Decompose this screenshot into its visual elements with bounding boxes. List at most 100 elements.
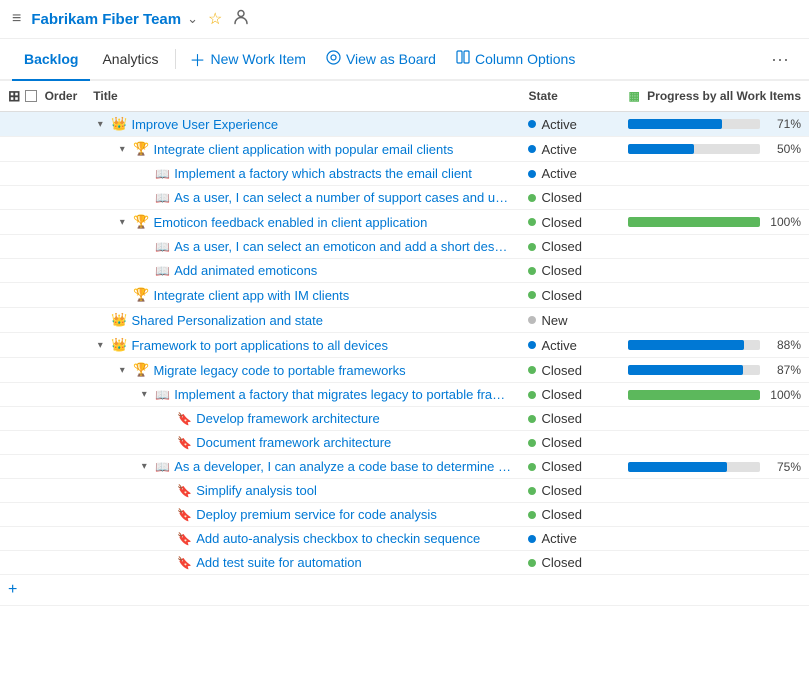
col-header-state: State (520, 81, 620, 112)
progress-label: 71% (766, 117, 801, 131)
chevron-expanded-icon[interactable]: ▾ (93, 340, 107, 351)
state-dot (528, 316, 536, 324)
table-row: ▾🏆Migrate legacy code to portable framew… (0, 358, 809, 383)
top-bar-icons: ⌄ ☆ (187, 8, 250, 30)
chevron-expanded-icon[interactable]: ▾ (115, 144, 129, 155)
title-cell: 🔖Deploy premium service for code analysi… (85, 503, 520, 527)
state-cell: Closed (520, 358, 620, 383)
progress-bar-wrap: 71% (628, 117, 801, 131)
item-title[interactable]: Deploy premium service for code analysis (196, 507, 437, 522)
state-dot (528, 487, 536, 495)
order-cell (0, 358, 85, 383)
order-cell (0, 333, 85, 358)
chevron-expanded-icon[interactable]: ▾ (115, 217, 129, 228)
progress-bar-fill (628, 144, 694, 154)
progress-bar-container (628, 217, 760, 227)
progress-header-icon: ▦ (628, 89, 639, 103)
more-options-button[interactable]: ··· (763, 49, 797, 70)
team-name[interactable]: Fabrikam Fiber Team (31, 11, 181, 28)
star-icon[interactable]: ☆ (208, 9, 222, 29)
item-title[interactable]: Simplify analysis tool (196, 483, 317, 498)
item-title[interactable]: Emoticon feedback enabled in client appl… (153, 215, 427, 230)
columns-icon (456, 50, 470, 68)
chevron-expanded-icon[interactable]: ▾ (137, 389, 151, 400)
column-options-button[interactable]: Column Options (446, 38, 585, 80)
progress-cell (620, 479, 809, 503)
title-cell: 🏆 Integrate client app with IM clients (85, 283, 520, 308)
state-cell: Closed (520, 407, 620, 431)
add-item-row[interactable]: + (0, 575, 809, 606)
item-title[interactable]: Migrate legacy code to portable framewor… (153, 363, 405, 378)
chevron-expanded-icon[interactable]: ▾ (115, 365, 129, 376)
chevron-down-icon[interactable]: ⌄ (187, 11, 198, 27)
chevron-expanded-icon[interactable]: ▾ (93, 119, 107, 130)
title-cell: ▾🏆Migrate legacy code to portable framew… (85, 358, 520, 383)
nav-separator (175, 49, 176, 69)
table-row: ▾🏆Integrate client application with popu… (0, 137, 809, 162)
title-cell: ▾👑Framework to port applications to all … (85, 333, 520, 358)
progress-cell (620, 308, 809, 333)
order-cell (0, 455, 85, 479)
backlog-table: ⊞ Order Title State ▦ Progress by all Wo… (0, 81, 809, 606)
state-cell: Closed (520, 259, 620, 283)
view-as-board-button[interactable]: View as Board (316, 38, 446, 80)
item-title[interactable]: Add animated emoticons (174, 263, 317, 278)
progress-label: 75% (766, 460, 801, 474)
task-icon: 🔖 (177, 436, 192, 450)
state-cell: Closed (520, 431, 620, 455)
new-work-item-button[interactable]: ＋ New Work Item (180, 38, 316, 80)
progress-bar-wrap: 100% (628, 388, 801, 402)
order-cell (0, 479, 85, 503)
item-title[interactable]: Integrate client application with popula… (153, 142, 453, 157)
item-title[interactable]: Improve User Experience (131, 117, 278, 132)
progress-bar-fill (628, 390, 760, 400)
col-header-title: Title (85, 81, 520, 112)
story-icon: 📖 (155, 191, 170, 205)
item-title[interactable]: As a user, I can select an emoticon and … (174, 239, 512, 254)
state-cell: Active (520, 527, 620, 551)
state-cell: Active (520, 162, 620, 186)
state-dot (528, 391, 536, 399)
item-title[interactable]: Integrate client app with IM clients (153, 288, 349, 303)
feature-icon: 🏆 (133, 287, 149, 303)
title-cell: 👑Shared Personalization and state (85, 308, 520, 333)
person-icon[interactable] (232, 8, 250, 30)
state-label: Active (541, 117, 576, 132)
epic-icon: 👑 (111, 116, 127, 132)
progress-bar-container (628, 365, 760, 375)
feature-icon: 🏆 (133, 214, 149, 230)
item-title[interactable]: Implement a factory that migrates legacy… (174, 387, 512, 402)
progress-bar-container (628, 340, 760, 350)
item-title[interactable]: Add auto-analysis checkbox to checkin se… (196, 531, 480, 546)
story-icon: 📖 (155, 460, 170, 474)
story-icon: 📖 (155, 167, 170, 181)
nav-analytics[interactable]: Analytics (90, 38, 170, 80)
progress-label: 88% (766, 338, 801, 352)
item-title[interactable]: Shared Personalization and state (131, 313, 323, 328)
state-label: Closed (541, 459, 581, 474)
table-row: 🔖Deploy premium service for code analysi… (0, 503, 809, 527)
task-icon: 🔖 (177, 484, 192, 498)
state-cell: Closed (520, 383, 620, 407)
item-title[interactable]: Framework to port applications to all de… (131, 338, 388, 353)
hamburger-icon[interactable]: ≡ (12, 10, 21, 28)
add-col-icon[interactable]: ⊞ (8, 87, 21, 105)
item-title[interactable]: Add test suite for automation (196, 555, 361, 570)
state-dot (528, 145, 536, 153)
state-dot (528, 170, 536, 178)
state-label: Closed (541, 555, 581, 570)
item-title[interactable]: As a user, I can select a number of supp… (174, 190, 512, 205)
item-title[interactable]: Document framework architecture (196, 435, 391, 450)
state-label: Active (541, 531, 576, 546)
state-label: Closed (541, 507, 581, 522)
item-title[interactable]: As a developer, I can analyze a code bas… (174, 459, 512, 474)
chevron-expanded-icon[interactable]: ▾ (137, 461, 151, 472)
item-title[interactable]: Develop framework architecture (196, 411, 380, 426)
order-cell (0, 186, 85, 210)
state-label: Closed (541, 411, 581, 426)
table-row: ▾ 📖 As a developer, I can analyze a code b… (0, 455, 809, 479)
table-row: 📖 As a user, I can select a number of sup… (0, 186, 809, 210)
nav-backlog[interactable]: Backlog (12, 39, 90, 81)
item-title[interactable]: Implement a factory which abstracts the … (174, 166, 472, 181)
plus-icon: ＋ (190, 47, 206, 71)
